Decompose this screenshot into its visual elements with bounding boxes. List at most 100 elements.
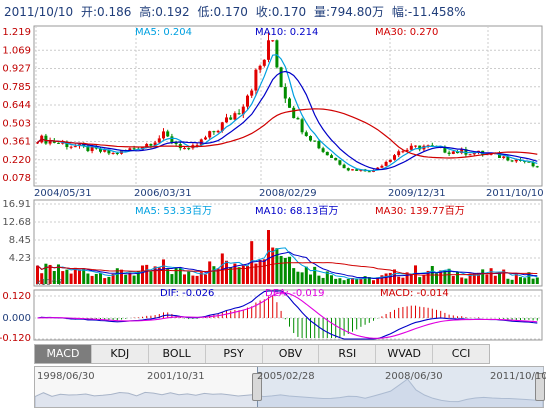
candle-body [351,169,354,171]
tab-cci[interactable]: CCI [433,345,489,363]
volume-bar [296,271,300,284]
candle-body [414,145,417,147]
tab-macd[interactable]: MACD [35,345,92,363]
candle-body [325,151,329,156]
volume-bar [317,275,321,284]
volume-bar [481,269,485,284]
candle-body [317,140,321,149]
candle-body [296,118,300,120]
candle-body [279,67,283,87]
macd-y-tick: 0.000 [2,313,31,324]
volume-bar [107,276,111,284]
candle-body [170,136,174,143]
candle-body [183,148,186,150]
volume-bar [288,256,291,284]
candle-body [36,142,39,144]
volume-bar [418,277,422,284]
volume-bar [422,275,426,284]
tab-rsi[interactable]: RSI [319,345,377,363]
volume-bar [397,276,401,284]
volume-bar [212,266,216,284]
volume-bar [183,274,186,284]
candle-body [73,146,77,148]
candle-body [283,86,287,99]
price-y-tick: 0.785 [2,82,31,93]
volume-y-tick: 16.91 [2,199,31,210]
volume-bar [271,247,275,284]
price-x-tick: 2004/05/31 [34,188,92,199]
volume-bar [149,271,153,284]
volume-bar [401,277,405,284]
volume-bar [204,274,207,284]
candle-body [162,131,165,139]
candle-body [321,148,325,152]
stock-chart[interactable]: 1.219 1.069 0.927 0.785 0.644 0.503 0.361 0.220… [0,0,546,342]
candle-body [216,130,220,133]
volume-bar [99,272,102,284]
candle-body [233,113,237,120]
volume-bar [195,275,199,284]
macd-dea-legend: DEA: -0.019 [265,288,324,299]
candle-body [111,152,115,154]
price-y-tick: 1.219 [2,27,31,38]
volume-bar [82,269,86,284]
tab-boll[interactable]: BOLL [149,345,206,363]
volume-y-tick: 8.45 [9,235,31,246]
volume-bar [313,266,317,284]
tab-obv[interactable]: OBV [263,345,320,363]
candle-body [535,166,539,168]
candle-body [292,107,296,119]
tab-wvad[interactable]: WVAD [376,345,434,363]
volume-bar [342,280,346,284]
volume-bar [409,274,413,284]
price-x-tick: 2009/12/31 [388,188,446,199]
price-y-tick: 0.503 [2,118,31,129]
volume-bar [355,279,359,284]
volume-ma30-legend: MA30: 139.77百万 [375,205,465,217]
volume-bar [443,270,447,284]
volume-bar [321,277,325,284]
candle-body [262,59,266,66]
candle-body [225,117,228,123]
price-y-tick: 0.927 [2,64,31,75]
candle-body [250,90,254,96]
candle-body [128,148,132,151]
volume-bar [519,277,522,284]
candle-body [388,159,392,162]
candle-body [313,140,317,142]
macd-y-tick: 0.120 [2,291,31,302]
volume-bar [120,269,123,284]
candle-body [468,154,472,156]
volume-bar [267,230,270,284]
volume-y-tick: 4.23 [9,253,31,264]
volume-bar [292,268,296,284]
volume-bar [78,269,81,284]
volume-bar [94,273,98,284]
volume-bar [275,248,279,284]
candle-body [334,157,338,161]
candle-body [212,131,216,133]
candle-body [514,159,518,162]
candle-body [195,144,199,146]
volume-bar [372,280,375,284]
volume-bar [304,266,308,284]
volume-bar [535,277,539,284]
volume-bar [262,259,266,284]
tab-kdj[interactable]: KDJ [92,345,149,363]
nav-date-1: 1998/06/30 [37,371,95,382]
volume-bar [451,276,455,284]
candle-body [380,165,384,168]
candle-body [309,135,312,141]
volume-bar [132,275,136,284]
candle-body [258,65,262,70]
price-ma10-legend: MA10: 0.214 [255,27,318,38]
macd-value-legend: MACD: -0.014 [380,288,449,299]
tab-psy[interactable]: PSY [206,345,263,363]
candle-body [304,132,308,136]
volume-bar [128,272,132,284]
price-y-tick: 0.644 [2,100,31,111]
volume-bar [510,279,514,284]
candle-body [132,148,136,150]
candle-body [271,40,275,42]
time-range-navigator[interactable]: 1998/06/30 2001/10/31 2005/02/28 2008/06… [34,366,546,408]
